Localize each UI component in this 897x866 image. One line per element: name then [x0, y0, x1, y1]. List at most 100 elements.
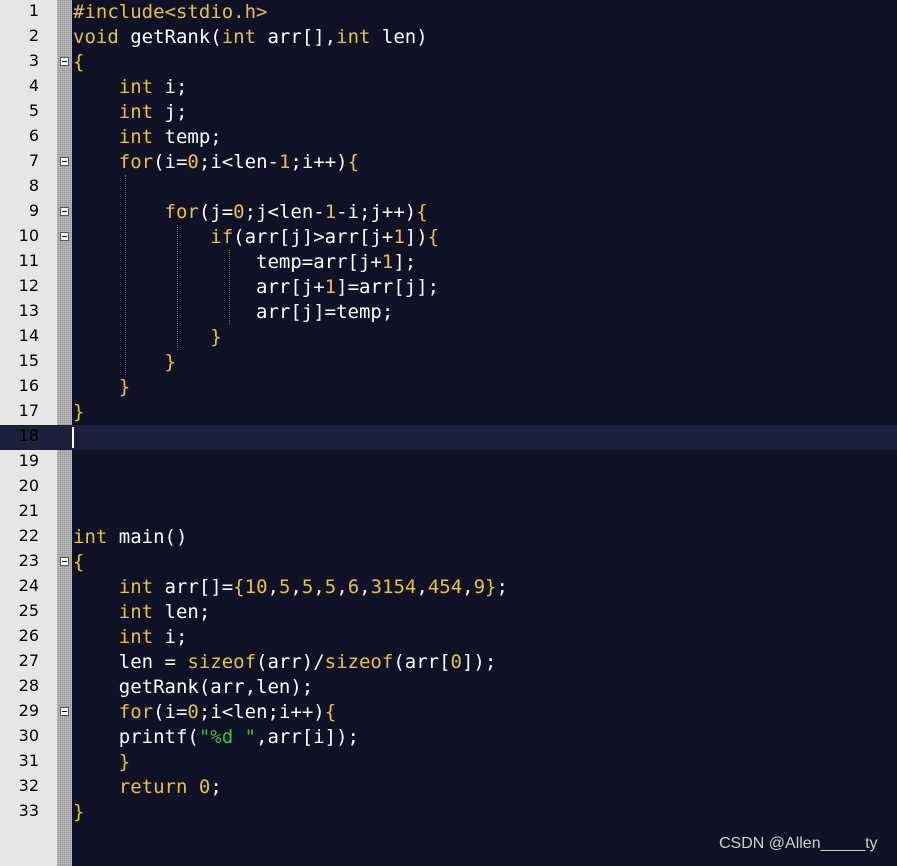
code-token: { — [233, 576, 245, 598]
code-line[interactable]: 11 temp=arr[j+1]; — [0, 250, 897, 275]
code-line[interactable]: 33} — [0, 800, 897, 825]
code-token: (arr)/ — [256, 651, 325, 673]
code-token: -i;j++) — [336, 201, 417, 223]
code-token: ;i<len- — [198, 151, 279, 173]
line-number: 12 — [18, 276, 39, 295]
line-number: 2 — [28, 26, 39, 45]
line-number: 8 — [28, 176, 39, 195]
code-token: ]=arr[j]; — [336, 276, 440, 298]
code-editor[interactable]: 1 #include<stdio.h> 2 void getRank(int arr[… — [0, 0, 897, 866]
line-number: 15 — [18, 351, 39, 370]
code-text: #include<stdio.h> — [73, 0, 267, 25]
code-line[interactable]: 30 printf("%d ",arr[i]); — [0, 725, 897, 750]
code-line[interactable]: 29 for(i=0;i<len;i++){ — [0, 700, 897, 725]
code-text: for(i=0;i<len-1;i++){ — [73, 150, 359, 175]
code-line[interactable]: 21 — [0, 500, 897, 525]
code-token: sizeof — [324, 651, 394, 673]
indent-guide — [229, 250, 230, 325]
code-line[interactable]: 19 — [0, 450, 897, 475]
code-token: int — [336, 26, 371, 48]
code-line[interactable]: 23 { — [0, 550, 897, 575]
code-token: 3154 — [370, 576, 417, 598]
line-number: 14 — [18, 326, 39, 345]
code-token: 6 — [347, 576, 360, 598]
code-line[interactable]: 17} — [0, 400, 897, 425]
code-line[interactable]: 1 #include<stdio.h> — [0, 0, 897, 25]
code-line[interactable]: 26 int i; — [0, 625, 897, 650]
fold-toggle-icon[interactable] — [60, 207, 69, 216]
code-token: 10 — [244, 576, 268, 598]
code-line[interactable]: 12 arr[j+1]=arr[j]; — [0, 275, 897, 300]
code-token: int — [118, 101, 154, 123]
code-line[interactable]: 10 if(arr[j]>arr[j+1]){ — [0, 225, 897, 250]
code-line[interactable]: 4 int i; — [0, 75, 897, 100]
code-line[interactable]: 13 arr[j]=temp; — [0, 300, 897, 325]
code-text: return 0; — [73, 775, 222, 800]
code-token: 9 — [473, 576, 486, 598]
code-token: int — [118, 76, 154, 98]
code-line[interactable]: 3{ — [0, 50, 897, 75]
code-line[interactable]: 15 } — [0, 350, 897, 375]
code-token: ,arr[i]); — [256, 726, 359, 748]
code-token: return — [118, 776, 188, 798]
fold-toggle-icon[interactable] — [60, 557, 69, 566]
code-line[interactable]: 6 int temp; — [0, 125, 897, 150]
code-text: } — [73, 400, 84, 425]
code-line[interactable]: 24 int arr[]={10,5,5,5,6,3154,454,9}; — [0, 575, 897, 600]
code-text: int j; — [73, 100, 188, 125]
fold-toggle-icon[interactable] — [60, 57, 69, 66]
code-line[interactable]: 9 for(j=0;j<len-1-i;j++){ — [0, 200, 897, 225]
line-number: 11 — [18, 251, 39, 270]
code-token: "%d " — [198, 726, 257, 748]
code-line[interactable]: 18 — [0, 425, 897, 450]
code-token: ; — [210, 776, 222, 798]
code-line[interactable]: 5 int j; — [0, 100, 897, 125]
code-token: 0 — [450, 651, 462, 673]
code-line[interactable]: 20 — [0, 475, 897, 500]
code-token: 1 — [393, 226, 405, 248]
code-token: arr[]= — [153, 576, 234, 598]
code-token: main() — [107, 526, 188, 548]
fold-toggle-icon[interactable] — [60, 157, 69, 166]
line-number: 16 — [18, 376, 39, 395]
code-token: for — [118, 151, 154, 173]
line-number: 17 — [18, 401, 39, 420]
code-token: { — [416, 201, 428, 223]
code-token: arr[j+ — [73, 276, 325, 298]
code-line[interactable]: 14 } — [0, 325, 897, 350]
code-token: int — [73, 526, 108, 548]
code-token: 0 — [198, 776, 211, 798]
code-text: len = sizeof(arr)/sizeof(arr[0]); — [73, 650, 497, 675]
code-line[interactable]: 27 len = sizeof(arr)/sizeof(arr[0]); — [0, 650, 897, 675]
line-number: 13 — [18, 301, 39, 320]
code-text: { — [73, 550, 84, 575]
code-line[interactable]: 31 } — [0, 750, 897, 775]
code-token: 1 — [324, 201, 337, 223]
line-number: 26 — [18, 626, 39, 645]
code-token: 1 — [278, 151, 291, 173]
code-token: ;i<len;i++) — [198, 701, 325, 723]
code-line[interactable]: 22 int main() — [0, 525, 897, 550]
line-number: 1 — [28, 1, 39, 20]
code-text: int main() — [73, 525, 187, 550]
code-line[interactable]: 16 } — [0, 375, 897, 400]
line-number: 22 — [18, 526, 39, 545]
code-line[interactable]: 32 return 0; — [0, 775, 897, 800]
code-token: ]) — [404, 226, 428, 248]
code-line[interactable]: 8 — [0, 175, 897, 200]
code-token: getRank( — [118, 26, 222, 48]
code-line[interactable]: 25 int len; — [0, 600, 897, 625]
code-line[interactable]: 2 void getRank(int arr[],int len) — [0, 25, 897, 50]
text-caret — [72, 427, 74, 448]
code-token: int — [118, 126, 154, 148]
code-line[interactable]: 28 getRank(arr,len); — [0, 675, 897, 700]
code-token: temp; — [153, 126, 222, 148]
code-line[interactable]: 7 for(i=0;i<len-1;i++){ — [0, 150, 897, 175]
fold-toggle-icon[interactable] — [60, 232, 69, 241]
code-token: } — [485, 576, 497, 598]
fold-toggle-icon[interactable] — [60, 707, 69, 716]
